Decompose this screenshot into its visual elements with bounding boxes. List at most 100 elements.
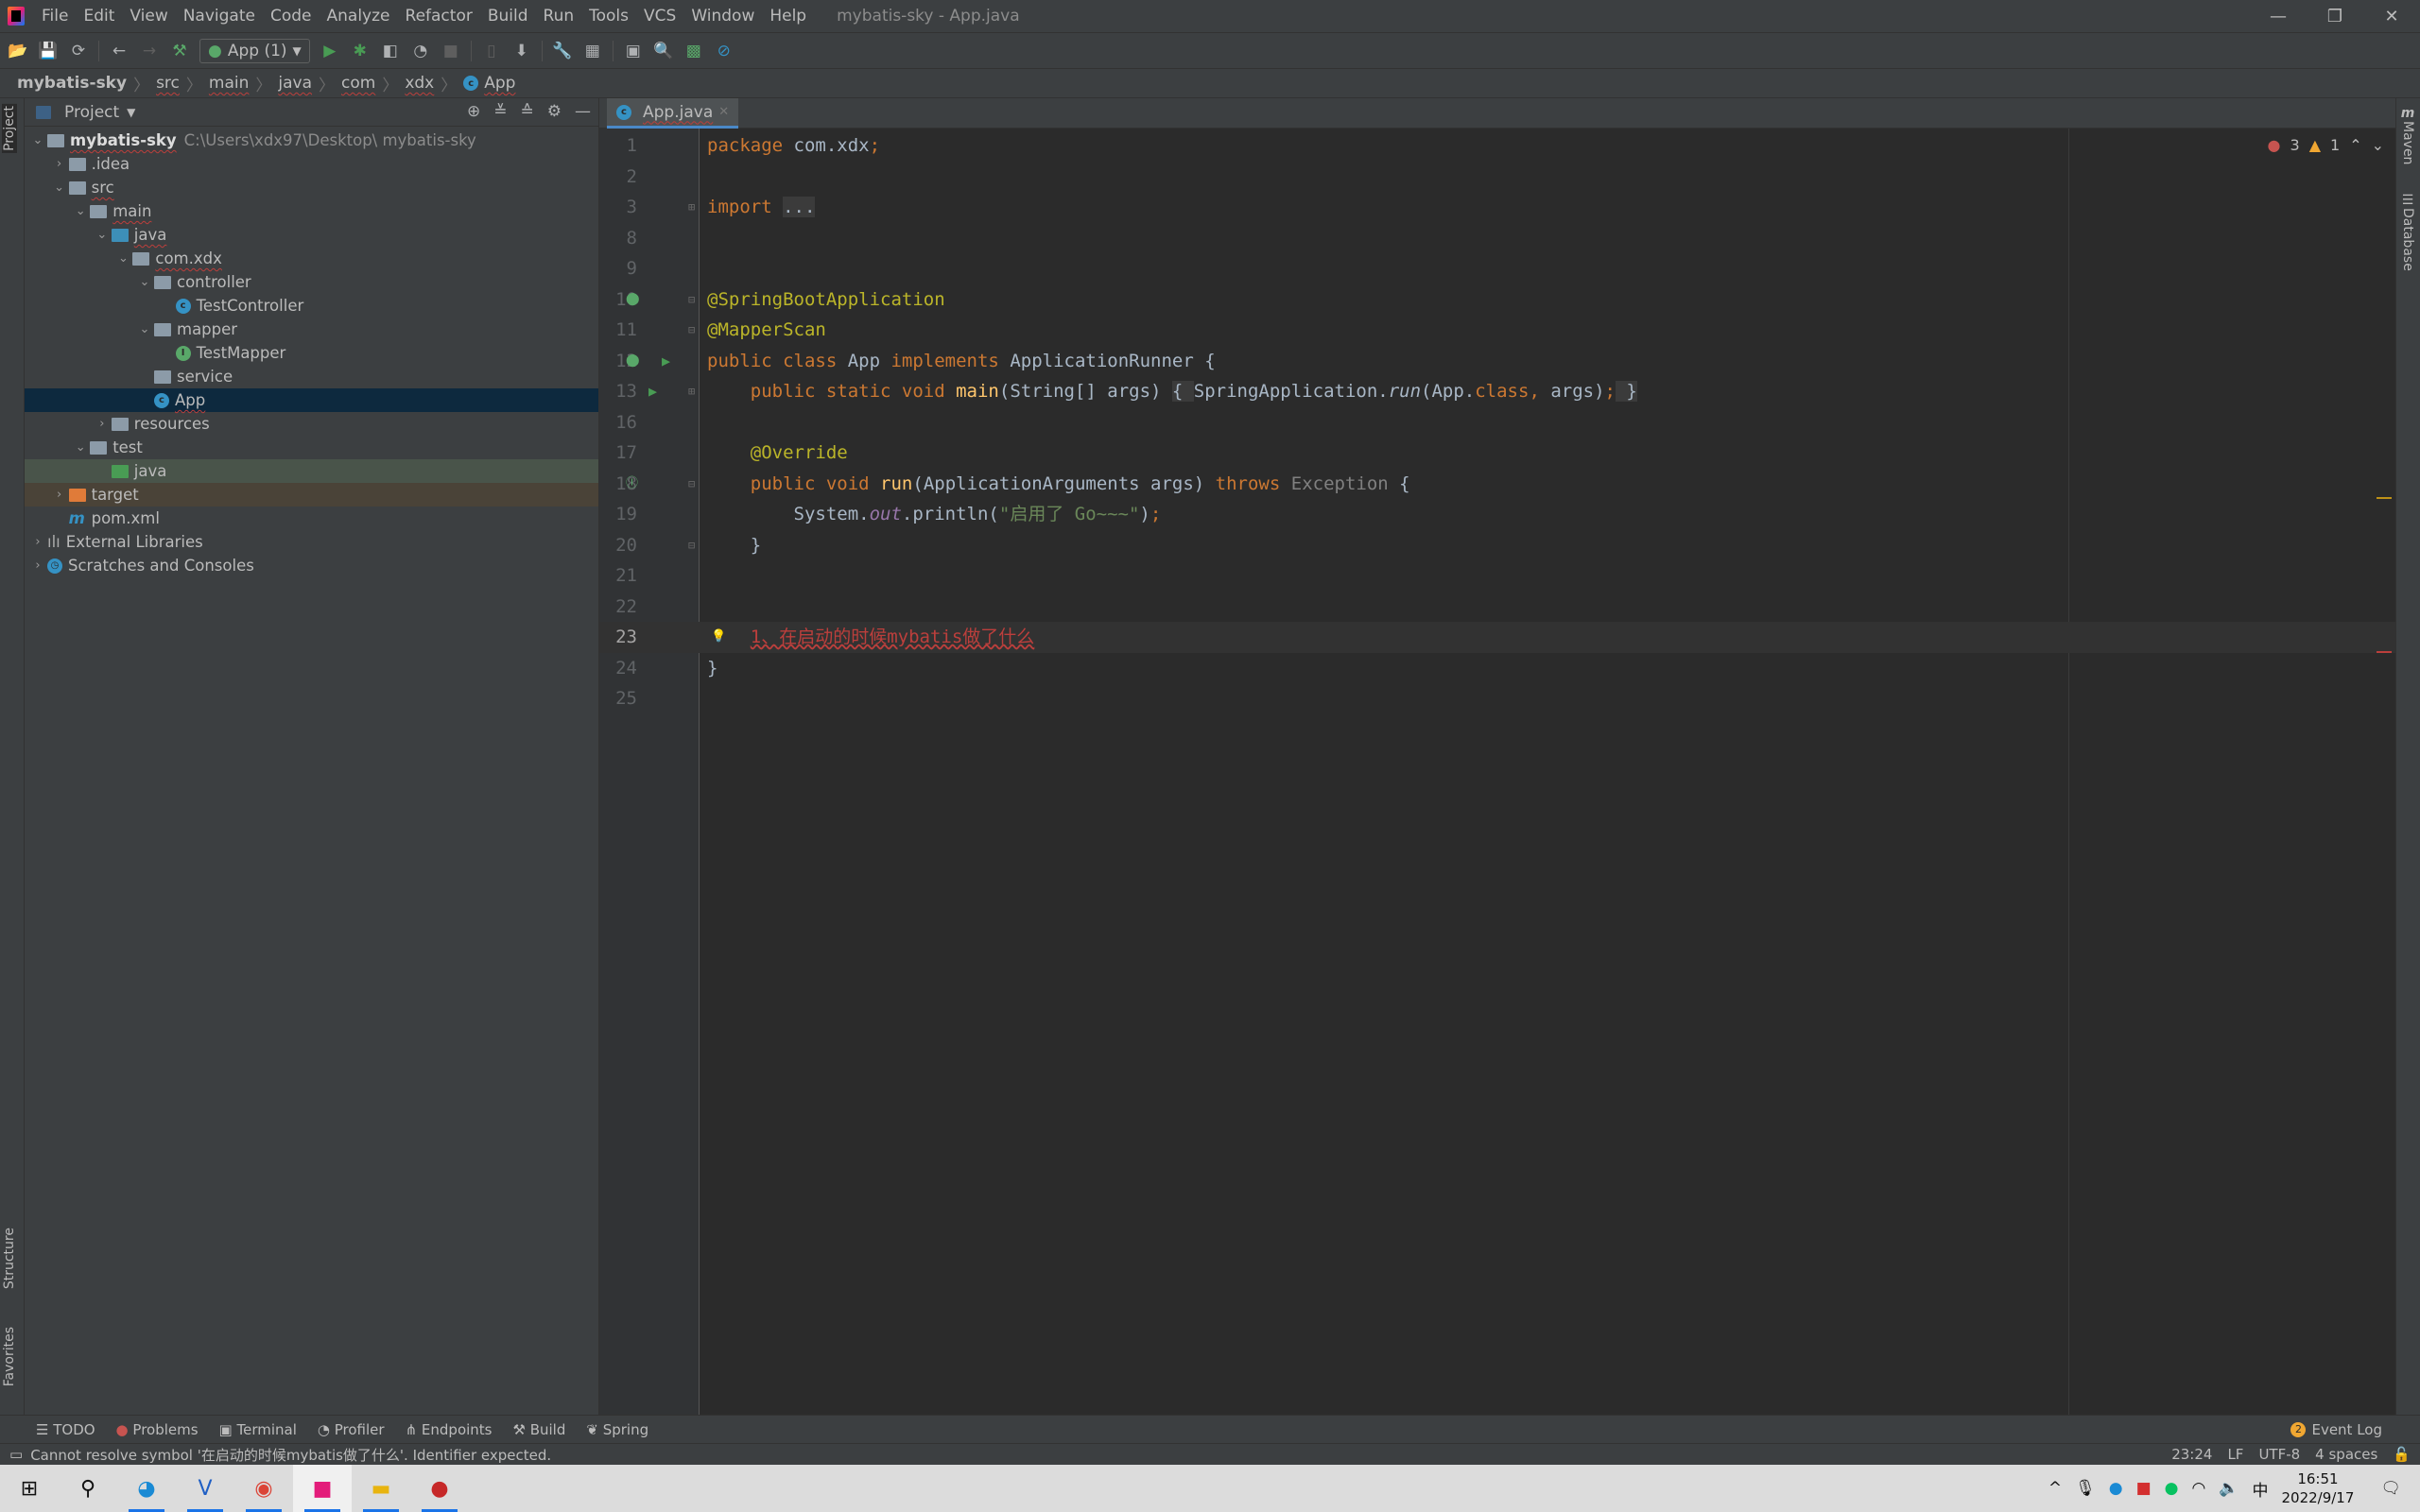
code-line[interactable]: 25 — [599, 683, 2395, 714]
locate-icon[interactable]: ⊕ — [467, 102, 480, 121]
chevron-down-icon[interactable]: ⌄ — [135, 275, 154, 289]
lock-icon[interactable]: 🔓 — [2393, 1446, 2411, 1463]
project-structure-icon[interactable]: ▦ — [582, 41, 603, 61]
volume-icon[interactable]: 🔈 — [2219, 1479, 2238, 1498]
power-save-icon[interactable]: ⊘ — [714, 41, 735, 61]
implements-icon[interactable]: Ⓘ — [626, 469, 638, 500]
breadcrumb-item[interactable]: xdx — [405, 74, 434, 93]
menu-file[interactable]: File — [34, 7, 76, 26]
fold-icon[interactable]: ⊟ — [688, 315, 695, 346]
run-icon[interactable]: ▶ — [320, 41, 340, 61]
code-line[interactable]: 22 — [599, 592, 2395, 623]
chevron-right-icon[interactable]: › — [28, 535, 47, 549]
close-button[interactable]: ✕ — [2363, 0, 2420, 32]
wechat-icon[interactable]: ● — [2165, 1479, 2179, 1498]
tool-todo-button[interactable]: ☰ TODO — [36, 1421, 95, 1438]
code-line[interactable]: 23 1、在启动的时候mybatis做了什么 💡 — [599, 622, 2395, 653]
tool-profiler-button[interactable]: ◔ Profiler — [318, 1421, 385, 1438]
gear-icon[interactable]: ⚙ — [547, 102, 562, 121]
code-line[interactable]: 11 @MapperScan ⊟ — [599, 315, 2395, 346]
tree-item[interactable]: ⌄ java — [25, 223, 598, 247]
open-folder-icon[interactable]: 📂 — [8, 41, 28, 61]
chrome-icon[interactable]: ◉ — [234, 1465, 293, 1512]
restore-button[interactable]: ❐ — [2307, 0, 2363, 32]
fold-icon[interactable]: ⊟ — [688, 284, 695, 316]
menu-run[interactable]: Run — [536, 7, 582, 26]
file-explorer-icon[interactable]: ▬ — [352, 1465, 410, 1512]
code-line[interactable]: 19 System.out.println("启用了 Go~~~"); — [599, 499, 2395, 530]
chevron-down-icon[interactable]: ▼ — [127, 106, 135, 119]
update-icon[interactable]: ⬇ — [511, 41, 532, 61]
code-line[interactable]: 12 public class App implements Applicatio… — [599, 346, 2395, 377]
device-icon[interactable]: ▯ — [481, 41, 502, 61]
fold-icon[interactable]: ⊟ — [688, 530, 695, 561]
chevron-down-icon[interactable]: ⌄ — [71, 204, 90, 218]
chevron-down-icon[interactable]: ⌄ — [113, 251, 132, 266]
expand-all-icon[interactable]: ≚ — [493, 102, 507, 121]
app-icon[interactable]: V — [176, 1465, 234, 1512]
coverage-icon[interactable]: ◧ — [380, 41, 401, 61]
tree-item[interactable]: java — [25, 459, 598, 483]
tree-item[interactable]: › resources — [25, 412, 598, 436]
run-configuration-select[interactable]: ● App (1) ▼ — [199, 38, 310, 63]
tool-terminal-button[interactable]: ▣ Terminal — [219, 1421, 297, 1438]
forward-icon[interactable]: → — [139, 41, 160, 61]
tree-item[interactable]: m pom.xml — [25, 507, 598, 530]
menu-build[interactable]: Build — [480, 7, 536, 26]
fold-icon[interactable]: ⊞ — [688, 192, 695, 223]
search-icon[interactable]: 🔍 — [653, 41, 674, 61]
tree-item[interactable]: › ◷ Scratches and Consoles — [25, 554, 598, 577]
menu-code[interactable]: Code — [263, 7, 320, 26]
debug-icon[interactable]: ✱ — [350, 41, 371, 61]
code-line[interactable]: 2 — [599, 162, 2395, 193]
indent-setting[interactable]: 4 spaces — [2315, 1446, 2377, 1463]
tree-item[interactable]: › target — [25, 483, 598, 507]
tree-item[interactable]: ⌄ mapper — [25, 318, 598, 341]
back-icon[interactable]: ← — [109, 41, 130, 61]
chevron-down-icon[interactable]: ⌄ — [71, 440, 90, 455]
fold-icon[interactable]: ⊞ — [688, 376, 695, 407]
next-highlight-icon[interactable]: ⌄ — [2372, 136, 2384, 154]
code-line[interactable]: 9 — [599, 253, 2395, 284]
code-editor[interactable]: 1 package com.xdx; 2 3 import ... ⊞ 8 9 10 @Sprin… — [599, 129, 2395, 1415]
tree-item[interactable]: c TestController — [25, 294, 598, 318]
wifi-icon[interactable]: ◠ — [2191, 1479, 2205, 1498]
tree-item[interactable]: ⌄ src — [25, 176, 598, 199]
menu-vcs[interactable]: VCS — [636, 7, 683, 26]
tree-item[interactable]: I TestMapper — [25, 341, 598, 365]
code-line[interactable]: 18 public void run(ApplicationArguments … — [599, 469, 2395, 500]
maven-tool-button[interactable]: mMaven — [2400, 106, 2415, 164]
tab-app-java[interactable]: c App.java ✕ — [607, 98, 739, 129]
hide-icon[interactable]: — — [575, 102, 591, 121]
breadcrumb-item[interactable]: mybatis-sky — [17, 74, 127, 93]
line-separator[interactable]: LF — [2227, 1446, 2243, 1463]
monitor-icon[interactable]: ▩ — [683, 41, 704, 61]
error-marker[interactable] — [2377, 651, 2392, 653]
code-line[interactable]: 17 @Override — [599, 438, 2395, 469]
fold-icon[interactable]: ⊟ — [688, 469, 695, 500]
warning-marker[interactable] — [2377, 497, 2392, 499]
recorder-icon[interactable]: ● — [410, 1465, 469, 1512]
chevron-down-icon[interactable]: ⌄ — [135, 322, 154, 336]
file-encoding[interactable]: UTF-8 — [2258, 1446, 2300, 1463]
breadcrumb-item[interactable]: main — [209, 74, 249, 93]
sync-icon[interactable]: ⟳ — [68, 41, 89, 61]
caret-position[interactable]: 23:24 — [2171, 1446, 2212, 1463]
structure-tool-button[interactable]: Structure — [2, 1228, 17, 1289]
tool-endpoints-button[interactable]: ⋔ Endpoints — [406, 1421, 493, 1438]
status-toggle-icon[interactable]: ▭ — [9, 1446, 23, 1463]
windows-start-icon[interactable]: ⊞ — [0, 1465, 59, 1512]
save-icon[interactable]: 💾 — [38, 41, 59, 61]
code-line[interactable]: 1 package com.xdx; — [599, 130, 2395, 162]
menu-navigate[interactable]: Navigate — [176, 7, 263, 26]
menu-tools[interactable]: Tools — [581, 7, 636, 26]
favorites-tool-button[interactable]: Favorites — [2, 1327, 17, 1386]
event-log-button[interactable]: 2 Event Log — [2290, 1421, 2382, 1438]
chevron-down-icon[interactable]: ⌄ — [28, 133, 47, 147]
collapse-all-icon[interactable]: ≙ — [521, 102, 534, 121]
menu-help[interactable]: Help — [762, 7, 814, 26]
tray-app-icon[interactable]: ■ — [2136, 1479, 2152, 1498]
close-tab-icon[interactable]: ✕ — [718, 105, 729, 119]
tree-item[interactable]: ⌄ test — [25, 436, 598, 459]
project-tool-button[interactable]: Project — [2, 104, 17, 153]
